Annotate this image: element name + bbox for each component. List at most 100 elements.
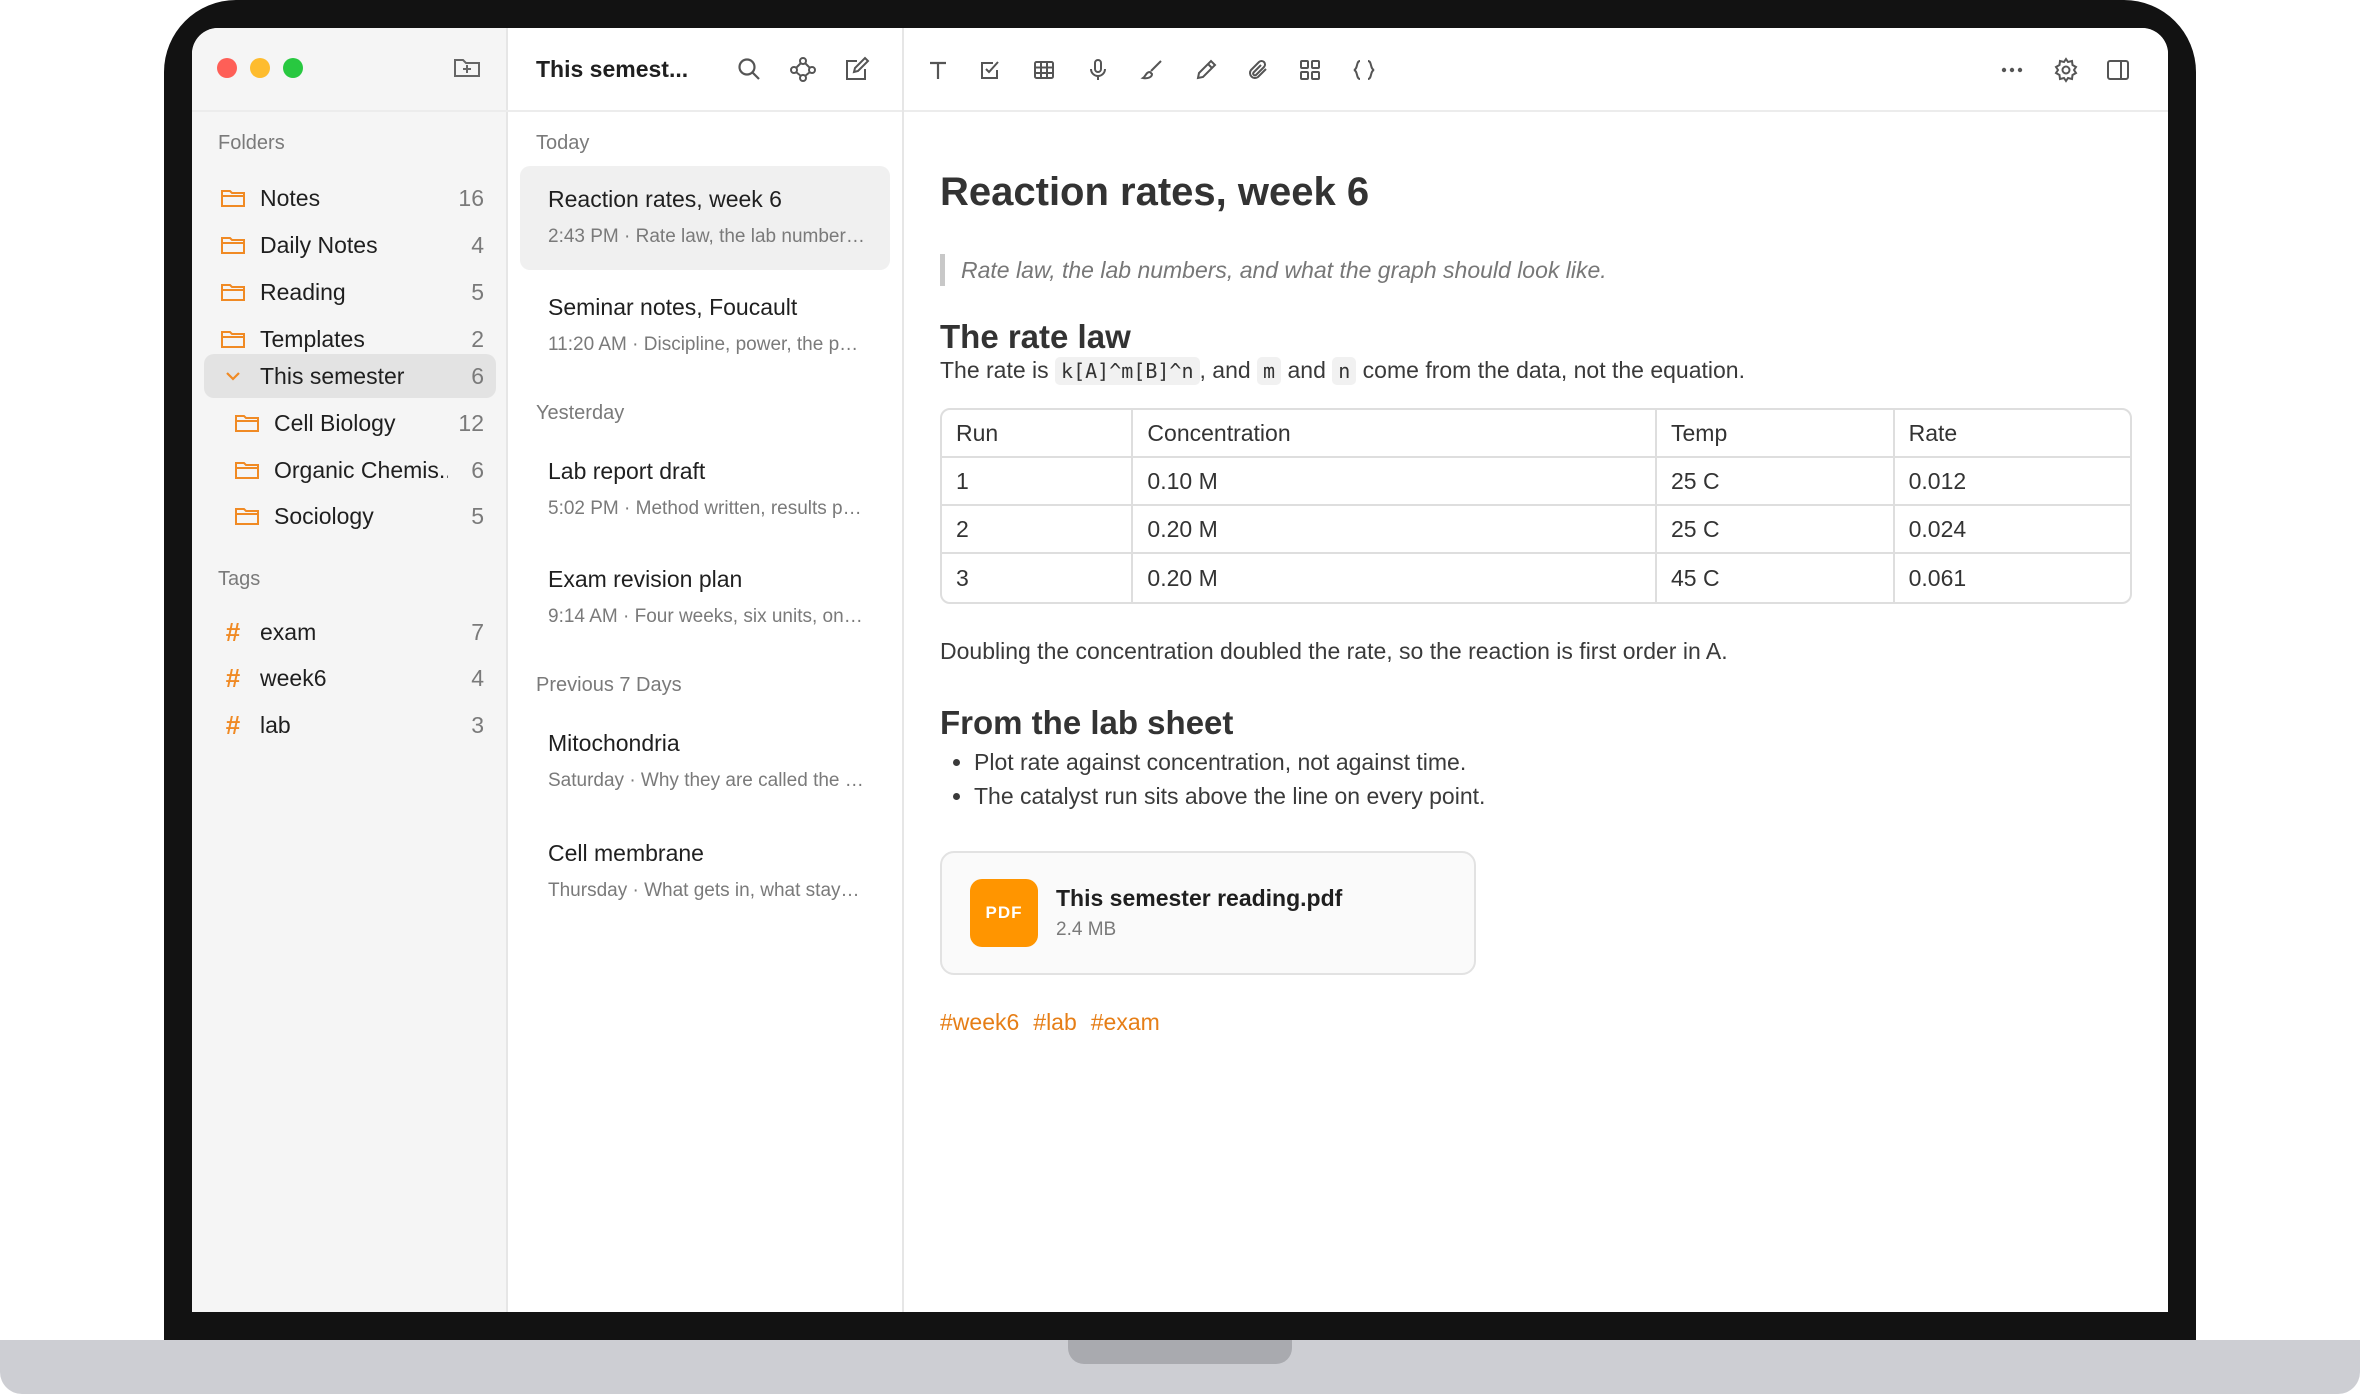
new-folder-button[interactable] — [452, 54, 482, 82]
checkbox-icon — [981, 61, 999, 79]
note-item[interactable]: Cell membrane Thursday · What gets in, w… — [520, 820, 890, 924]
checklist-button[interactable] — [974, 54, 1006, 86]
table-cell: 1 — [942, 458, 1134, 506]
sidebar-folder-reading[interactable]: Reading 5 — [204, 270, 496, 314]
record-audio-button[interactable] — [1082, 54, 1114, 86]
table-row: 3 0.20 M 45 C 0.061 — [942, 554, 2130, 602]
folder-count: 6 — [471, 456, 484, 483]
text-style-button[interactable] — [922, 54, 954, 86]
tag-link[interactable]: #week6 — [940, 1009, 1019, 1036]
note-item-title: Exam revision plan — [548, 566, 743, 592]
chevron-down-icon[interactable] — [218, 364, 248, 388]
folder-plus-icon — [454, 59, 480, 77]
note-item-title: Reaction rates, week 6 — [548, 186, 782, 212]
note-item[interactable]: Mitochondria Saturday · Why they are cal… — [520, 710, 890, 814]
heading-rate-law: The rate law — [940, 318, 1131, 355]
folders-label: Folders — [218, 132, 285, 154]
table-cell: 0.024 — [1894, 506, 2130, 554]
pencil-icon — [1196, 59, 1217, 80]
note-content[interactable]: Reaction rates, week 6 Rate law, the lab… — [940, 138, 2132, 1036]
blockquote: Rate law, the lab numbers, and what the … — [940, 254, 2132, 286]
tag-label: lab — [260, 711, 291, 738]
toggle-sidebar-button[interactable] — [2102, 54, 2134, 86]
sidebar-folder-cell-biology[interactable]: Cell Biology 12 — [204, 401, 496, 445]
sidebar-tag-exam[interactable]: # exam 7 — [204, 610, 496, 654]
pdf-attachment[interactable]: PDF This semester reading.pdf 2.4 MB — [940, 851, 1476, 975]
tag-count: 3 — [471, 711, 484, 738]
group-label-today: Today — [536, 132, 590, 154]
blocks-button[interactable] — [1294, 54, 1326, 86]
sidebar-right-icon — [2107, 60, 2129, 80]
sidebar: Folders Notes 16 Daily Notes 4 Reading 5… — [192, 28, 508, 1312]
table-cell: 0.20 M — [1133, 554, 1658, 602]
list-item: The catalyst run sits above the line on … — [974, 779, 2132, 813]
folder-label: Cell Biology — [274, 409, 396, 436]
inline-code: n — [1332, 357, 1357, 385]
folder-count: 12 — [458, 409, 484, 436]
tag-link[interactable]: #exam — [1091, 1009, 1160, 1036]
folder-label: Templates — [260, 325, 365, 352]
hashtag-icon: # — [225, 709, 241, 740]
note-list-header: This semest... — [508, 28, 902, 112]
new-note-button[interactable] — [842, 54, 872, 84]
sidebar-folder-daily-notes[interactable]: Daily Notes 4 — [204, 223, 496, 267]
sidebar-folder-this-semester[interactable]: This semester 6 — [204, 354, 496, 398]
folder-label: Daily Notes — [260, 231, 378, 258]
microphone-icon — [1090, 59, 1106, 80]
app-window: Folders Notes 16 Daily Notes 4 Reading 5… — [192, 28, 2168, 1312]
more-button[interactable] — [1996, 54, 2028, 86]
folder-count: 16 — [458, 184, 484, 211]
search-button[interactable] — [734, 54, 764, 84]
hashtag-icon: # — [225, 616, 241, 647]
note-item-meta: 9:14 AM · Four weeks, six units, one pla… — [548, 606, 868, 627]
data-table: Run Concentration Temp Rate 1 0.10 M 25 … — [940, 408, 2132, 604]
sidebar-tag-lab[interactable]: # lab 3 — [204, 703, 496, 747]
text-format-icon — [930, 61, 946, 79]
pen-button[interactable] — [1190, 54, 1222, 86]
insert-table-button[interactable] — [1028, 54, 1060, 86]
grid-icon — [1300, 60, 1320, 80]
rate-law-paragraph: The rate is k[A]^m[B]^n, and m and n com… — [940, 353, 2132, 388]
folder-label: This semester — [260, 362, 405, 389]
folder-count: 5 — [471, 278, 484, 305]
brush-button[interactable] — [1136, 54, 1168, 86]
code-braces-icon — [1353, 60, 1375, 80]
table-icon — [1034, 61, 1054, 79]
compose-icon — [846, 56, 870, 80]
table-cell: 25 C — [1657, 458, 1895, 506]
tag-link[interactable]: #lab — [1033, 1009, 1076, 1036]
folder-icon — [218, 186, 248, 210]
sidebar-folder-sociology[interactable]: Sociology 5 — [204, 494, 496, 538]
minimize-window-button[interactable] — [250, 58, 270, 78]
zoom-window-button[interactable] — [283, 58, 303, 78]
folder-icon — [232, 458, 262, 482]
table-header-cell: Temp — [1657, 410, 1895, 458]
sidebar-folder-notes[interactable]: Notes 16 — [204, 176, 496, 220]
note-item-title: Seminar notes, Foucault — [548, 294, 798, 320]
graph-view-button[interactable] — [788, 54, 818, 84]
note-item[interactable]: Lab report draft 5:02 PM · Method writte… — [520, 438, 890, 542]
note-item-meta: 11:20 AM · Discipline, power, the panopt… — [548, 334, 868, 355]
close-window-button[interactable] — [217, 58, 237, 78]
attach-file-button[interactable] — [1242, 54, 1274, 86]
note-list-title: This semest... — [536, 56, 689, 82]
note-item[interactable]: Seminar notes, Foucault 11:20 AM · Disci… — [520, 274, 890, 378]
more-icon — [2001, 67, 2023, 73]
folder-count: 6 — [471, 362, 484, 389]
laptop-notch — [1068, 1340, 1292, 1364]
note-item[interactable]: Exam revision plan 9:14 AM · Four weeks,… — [520, 546, 890, 650]
folder-icon — [218, 233, 248, 257]
code-block-button[interactable] — [1348, 54, 1380, 86]
note-item-meta: Saturday · Why they are called the power… — [548, 770, 868, 791]
sidebar-folder-organic-chemistry[interactable]: Organic Chemis... 6 — [204, 448, 496, 492]
note-item-meta: 2:43 PM · Rate law, the lab numbers, and… — [548, 226, 868, 247]
tag-count: 7 — [471, 618, 484, 645]
settings-button[interactable] — [2050, 54, 2082, 86]
sidebar-tag-week6[interactable]: # week6 4 — [204, 656, 496, 700]
note-item[interactable]: Reaction rates, week 6 2:43 PM · Rate la… — [520, 166, 890, 270]
heading-lab-sheet: From the lab sheet — [940, 704, 1234, 741]
folder-label: Organic Chemis... — [274, 456, 448, 483]
graph-icon — [790, 57, 816, 82]
attachment-name: This semester reading.pdf — [1056, 885, 1343, 911]
tags-label: Tags — [218, 568, 261, 590]
